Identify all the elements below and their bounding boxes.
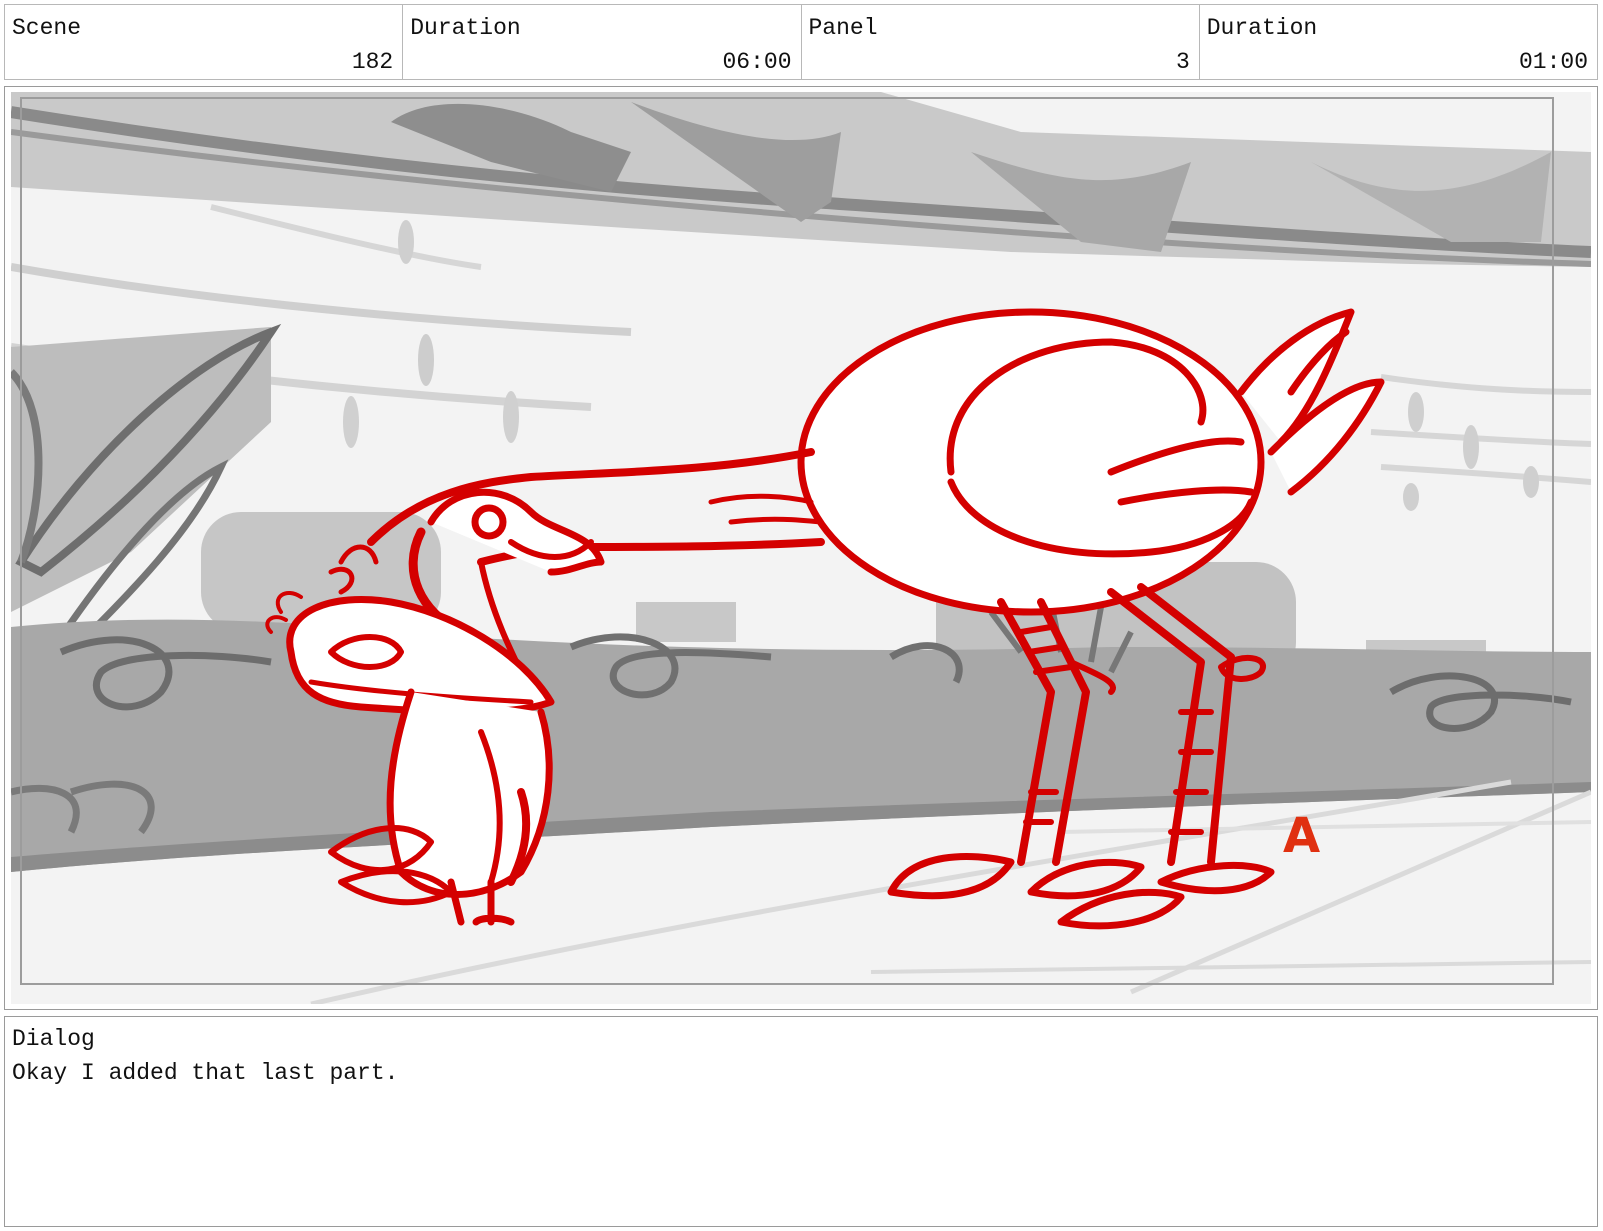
- storyboard-panel[interactable]: A: [4, 86, 1598, 1010]
- dialog-label: Dialog: [12, 1026, 95, 1052]
- panel-label: Panel: [808, 15, 878, 41]
- scene-value[interactable]: 182: [352, 49, 393, 75]
- panel-duration-value[interactable]: 01:00: [1519, 49, 1588, 75]
- panel-field: Panel 3: [802, 5, 1200, 79]
- background-sketch: [11, 92, 1591, 1004]
- panel-duration-label: Duration: [1206, 15, 1318, 41]
- panel-drawing: A: [11, 92, 1591, 1004]
- scene-duration-value[interactable]: 06:00: [722, 49, 791, 75]
- scene-label: Scene: [12, 15, 82, 41]
- dialog-box[interactable]: Dialog Okay I added that last part.: [4, 1016, 1598, 1227]
- dialog-text[interactable]: Okay I added that last part.: [12, 1060, 398, 1086]
- scene-duration-label: Duration: [410, 15, 521, 41]
- scene-field: Scene 182: [5, 5, 404, 79]
- annotation-letter: A: [1283, 808, 1320, 864]
- panel-duration-field: Duration 01:00: [1200, 5, 1597, 79]
- panel-info-header: Scene 182 Duration 06:00 Panel 3 Duratio…: [4, 4, 1598, 80]
- scene-duration-field: Duration 06:00: [403, 5, 802, 79]
- panel-value[interactable]: 3: [1176, 49, 1190, 75]
